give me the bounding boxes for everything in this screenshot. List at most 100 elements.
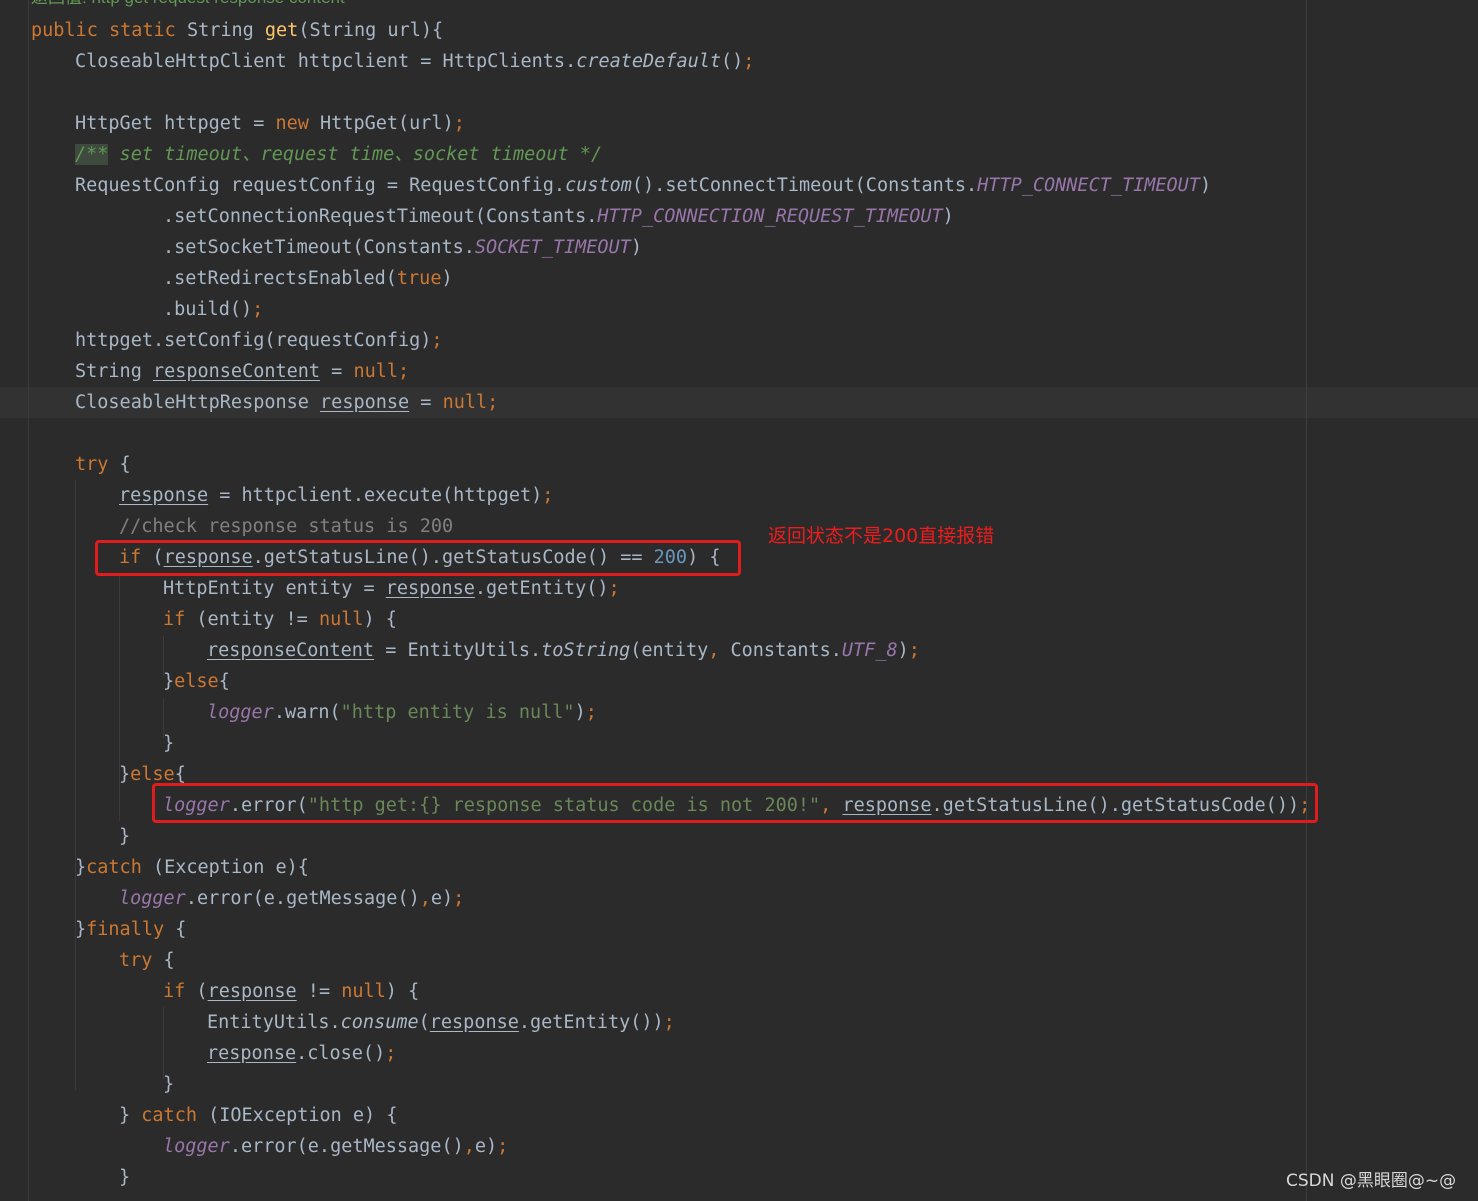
code-text: (entity [630,640,709,661]
code-line[interactable]: logger.warn("http entity is null"); [207,697,597,728]
code-editor[interactable]: 返回值: http get request response content p… [0,0,1478,1201]
semicolon: ; [743,51,755,72]
code-text: } [163,733,175,754]
code-text: { [164,919,187,940]
code-line[interactable]: CloseableHttpClient httpclient = HttpCli… [75,46,754,77]
code-line[interactable]: responseContent = EntityUtils.toString(e… [207,635,920,666]
semicolon: ; [453,113,465,134]
code-line[interactable]: .setConnectionRequestTimeout(Constants.H… [163,201,954,232]
code-text: e) [430,888,454,909]
comma: , [419,888,431,909]
code-text: ) [574,702,586,723]
logger-field: logger [207,702,274,723]
code-text: .setRedirectsEnabled( [163,268,397,289]
keyword: else [174,671,219,692]
code-line[interactable]: }finally { [75,914,186,945]
code-line[interactable]: try { [75,449,131,480]
code-line[interactable]: public static String get(String url){ [31,15,443,46]
string-literal: "http entity is null" [340,702,575,723]
semicolon: ; [252,299,264,320]
code-text: ( [418,1012,430,1033]
mutable-variable: response [320,392,410,413]
keyword: null [318,609,364,630]
status-check-highlight-box [95,540,741,576]
code-text: { [152,950,175,971]
code-line[interactable]: //check response status is 200 [119,511,453,542]
keyword: public static [31,20,187,41]
logger-field: logger [119,888,186,909]
code-line[interactable]: } catch (IOException e) { [119,1100,397,1131]
code-text: .error(e.getMessage() [185,888,420,909]
code-text: ) [942,206,954,227]
keyword: try [75,454,109,475]
code-text: CloseableHttpResponse [75,392,321,413]
code-text: Constants. [719,640,842,661]
code-text: } [163,671,175,692]
code-text: (entity != [185,609,319,630]
constant: HTTP_CONNECT_TIMEOUT [977,175,1200,196]
code-text: } [119,826,131,847]
code-text: { [218,671,230,692]
code-line[interactable]: httpget.setConfig(requestConfig); [75,325,443,356]
gutter-divider [28,0,29,1201]
code-line[interactable]: logger.error(e.getMessage(),e); [119,883,464,914]
annotation-text: 返回状态不是200直接报错 [768,525,995,547]
code-text: .build() [163,299,253,320]
semicolon: ; [497,1136,509,1157]
code-line[interactable]: if (response != null) { [163,976,419,1007]
code-line[interactable]: RequestConfig requestConfig = RequestCon… [75,170,1211,201]
code-line[interactable]: }else{ [163,666,230,697]
keyword: try [119,950,153,971]
code-text: HttpEntity entity = [163,578,386,599]
code-line[interactable]: /** set timeout、request time、socket time… [75,139,602,170]
code-text: = [409,392,443,413]
semicolon: ; [585,702,597,723]
code-line[interactable]: HttpEntity entity = response.getEntity()… [163,573,620,604]
code-text: .getEntity()) [518,1012,664,1033]
code-line[interactable]: } [119,1162,130,1193]
code-text: .error(e.getMessage() [229,1136,464,1157]
code-text: .setSocketTimeout(Constants. [163,237,475,258]
code-text: } [119,764,131,785]
code-line[interactable]: .setSocketTimeout(Constants.SOCKET_TIMEO… [163,232,642,263]
code-line[interactable]: .build(); [163,294,263,325]
semicolon: ; [608,578,620,599]
indent-guide [75,480,76,1090]
keyword: catch [86,857,142,878]
code-line[interactable]: } [163,728,174,759]
code-line[interactable]: response.close(); [207,1038,396,1069]
comma: , [708,640,720,661]
code-text: () [721,51,744,72]
code-text: = [320,361,354,382]
logger-field: logger [163,1136,230,1157]
code-text: .warn( [273,702,341,723]
keyword: catch [141,1105,197,1126]
code-line[interactable]: }catch (Exception e){ [75,852,309,883]
keyword: true [396,268,442,289]
code-text: ) { [385,981,420,1002]
code-line[interactable]: .setRedirectsEnabled(true) [163,263,453,294]
code-line[interactable]: response = httpclient.execute(httpget); [119,480,553,511]
right-margin-guide [1306,0,1307,1201]
code-line[interactable]: HttpGet httpget = new HttpGet(url); [75,108,465,139]
code-line[interactable]: } [163,1069,174,1100]
code-text: = httpclient.execute(httpget) [208,485,543,506]
code-line[interactable]: EntityUtils.consume(response.getEntity()… [207,1007,675,1038]
keyword: else [130,764,175,785]
keyword: if [163,981,186,1002]
code-line[interactable]: try { [119,945,175,976]
code-text: { [174,764,186,785]
code-text: RequestConfig requestConfig = RequestCon… [75,175,566,196]
code-line[interactable]: logger.error(e.getMessage(),e); [163,1131,508,1162]
code-line[interactable]: CloseableHttpResponse response = null; [75,387,498,418]
code-line[interactable]: if (entity != null) { [163,604,397,635]
mutable-variable: response [207,1043,297,1064]
code-text: } [75,857,87,878]
mutable-variable: response [119,485,209,506]
code-text: ) [897,640,909,661]
code-text: != [296,981,342,1002]
code-line[interactable]: } [119,821,130,852]
code-line[interactable]: String responseContent = null; [75,356,409,387]
mutable-variable: responseContent [152,361,321,382]
semicolon: ; [385,1043,397,1064]
